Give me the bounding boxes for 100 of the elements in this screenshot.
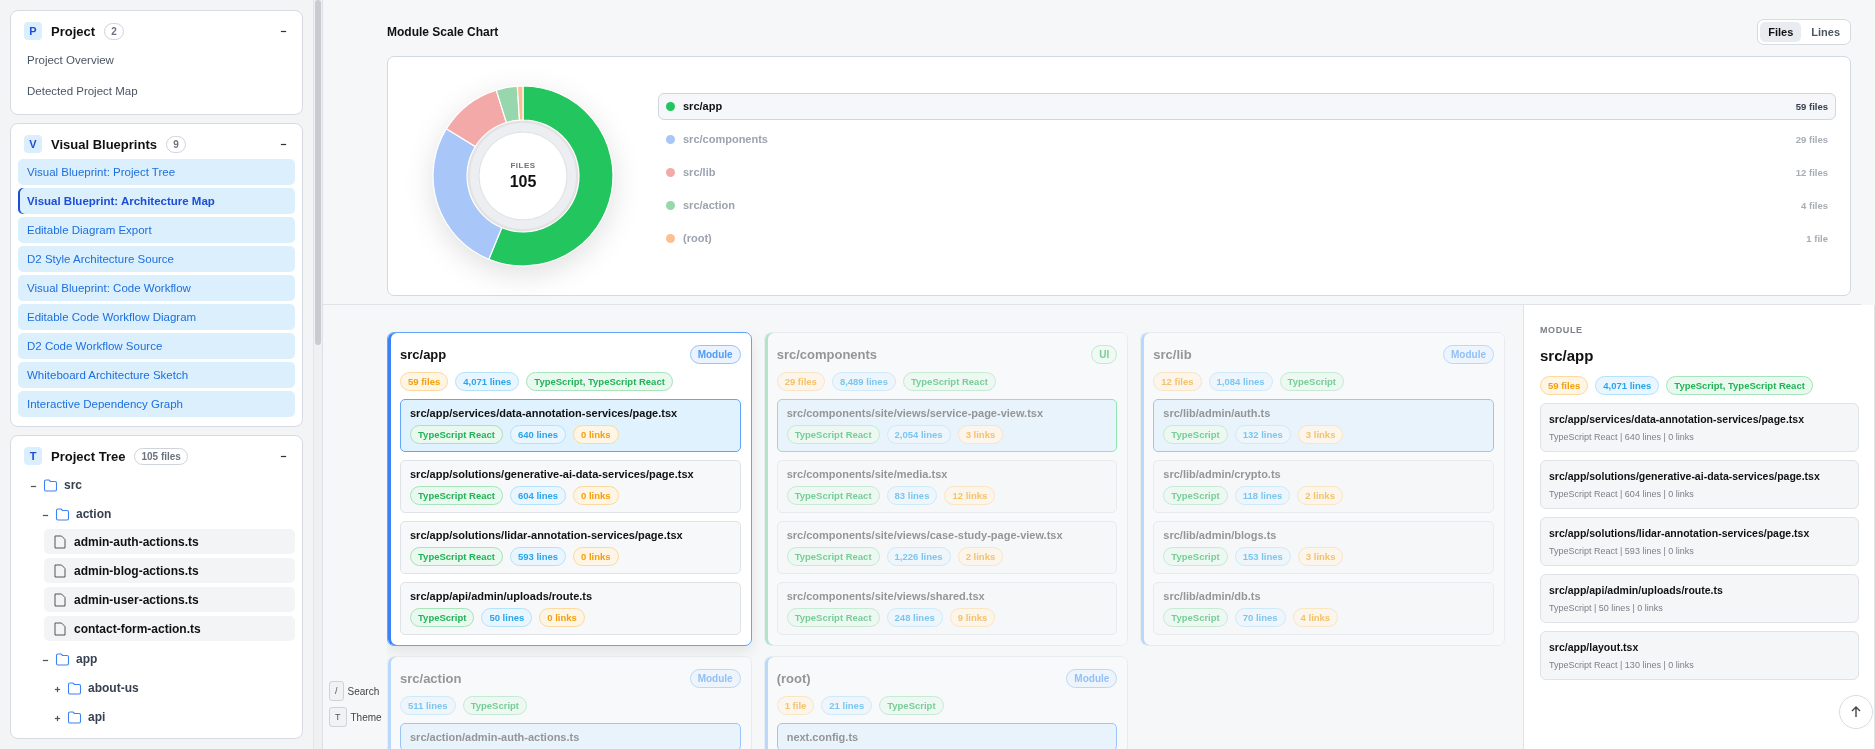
links-count-pill: 0 links: [573, 486, 619, 505]
file-entry[interactable]: src/app/services/data-annotation-services/page.tsx TypeScript React 640 lines 0 links: [400, 399, 741, 452]
section-title: Project Tree: [51, 448, 126, 464]
file-name: admin-user-actions.ts: [74, 592, 199, 607]
file-path: src/app/solutions/generative-ai-data-services/page.tsx: [1549, 470, 1821, 482]
plus-icon[interactable]: [54, 686, 61, 693]
sidebar-item[interactable]: Project Overview: [18, 46, 295, 74]
file-name: admin-blog-actions.ts: [74, 563, 199, 578]
chart-title: Module Scale Chart: [387, 25, 499, 39]
minus-icon[interactable]: [30, 483, 37, 490]
files-count-pill: 59 files: [1540, 376, 1589, 395]
language-pill: TypeScript: [1163, 608, 1228, 627]
file-path: src/app/layout.tsx: [1549, 641, 1640, 653]
links-count-pill: 2 links: [957, 547, 1004, 566]
legend-label: (root): [683, 232, 712, 244]
toggle-option[interactable]: Lines: [1803, 22, 1848, 42]
lines-count-pill: 83 lines: [886, 486, 938, 505]
folder-name[interactable]: about-us: [88, 681, 139, 695]
folder-icon: [43, 478, 58, 492]
detail-file-entry[interactable]: src/app/api/admin/uploads/route.ts TypeScript | 50 lines | 0 links: [1540, 574, 1859, 623]
folder-icon: [55, 507, 70, 521]
detail-file-entry[interactable]: src/app/solutions/generative-ai-data-services/page.tsx TypeScript React | 604 lines | 0 links: [1540, 460, 1859, 509]
language-pill: TypeScript: [879, 696, 944, 715]
file-meta: TypeScript React | 604 lines | 0 links: [1549, 489, 1695, 499]
folder-icon: [67, 710, 82, 724]
shortcut-label: Theme: [350, 711, 382, 723]
lines-count-pill: 4,071 lines: [455, 372, 520, 391]
language-pill: TypeScript React: [902, 372, 996, 391]
file-path: src/components/site/views/case-study-page-view.tsx: [786, 529, 1064, 541]
lines-count-pill: 118 lines: [1234, 486, 1291, 505]
file-meta: TypeScript React | 593 lines | 0 links: [1549, 546, 1695, 556]
sidebar-item[interactable]: D2 Style Architecture Source: [18, 246, 295, 272]
file-entry[interactable]: src/app/api/admin/uploads/route.ts TypeScript 50 lines 0 links: [400, 582, 741, 635]
sidebar-item[interactable]: Visual Blueprint: Code Workflow: [18, 275, 295, 301]
files-count-pill: 29 files: [776, 372, 825, 391]
sidebar-item[interactable]: Whiteboard Architecture Sketch: [18, 362, 295, 388]
language-pill: TypeScript: [1163, 547, 1228, 566]
file-icon: [54, 563, 66, 578]
shortcut-key: /: [329, 681, 344, 701]
file-path: next.config.ts: [786, 731, 860, 743]
module-card[interactable]: (root) Module 1 file 21 lines TypeScript next.config.ts: [763, 656, 1129, 749]
shortcut-key: T: [329, 707, 347, 727]
file-path: src/action/admin-auth-actions.ts: [410, 731, 581, 743]
file-icon: [54, 592, 66, 607]
file-path: src/lib/admin/crypto.ts: [1163, 468, 1282, 480]
tree-file-item[interactable]: admin-blog-actions.ts: [44, 558, 295, 583]
language-pill: TypeScript, TypeScript React: [1666, 376, 1813, 395]
section-title: Visual Blueprints: [51, 136, 157, 152]
lines-count-pill: 2,054 lines: [886, 425, 951, 444]
language-pill: TypeScript React: [786, 608, 880, 627]
module-card[interactable]: [387, 332, 752, 646]
module-tag: Module: [1443, 345, 1494, 364]
legend-count: 12 files: [1795, 166, 1828, 178]
folder-name[interactable]: api: [88, 710, 106, 724]
section-title: Project: [51, 23, 96, 39]
folder-name[interactable]: src: [64, 478, 83, 492]
tree-file-item[interactable]: admin-user-actions.ts: [44, 587, 295, 612]
links-count-pill: 12 links: [944, 486, 996, 505]
legend-label: src/app: [683, 100, 723, 112]
file-entry[interactable]: src/app/solutions/lidar-annotation-services/page.tsx TypeScript React 593 lines 0 links: [400, 521, 741, 574]
language-pill: TypeScript: [1163, 425, 1228, 444]
lines-count-pill: 248 lines: [886, 608, 943, 627]
tree-file-item[interactable]: contact-form-action.ts: [44, 616, 295, 641]
lines-count-pill: 21 lines: [821, 696, 873, 715]
sidebar-item[interactable]: Editable Diagram Export: [18, 217, 295, 243]
scrollbar[interactable]: [313, 0, 322, 749]
language-pill: TypeScript: [1279, 372, 1344, 391]
toggle-option[interactable]: Files: [1760, 22, 1802, 42]
module-tag: Module: [1066, 669, 1118, 688]
legend-item[interactable]: src/app 59 files: [658, 92, 1836, 120]
file-path: src/components/site/views/shared.tsx: [786, 590, 986, 602]
detail-file-entry[interactable]: src/app/layout.tsx TypeScript React | 130 lines | 0 links: [1540, 631, 1859, 680]
tree-file-item[interactable]: admin-auth-actions.ts: [44, 529, 295, 554]
language-pill: TypeScript: [462, 696, 527, 715]
file-path: src/app/services/data-annotation-services/page.tsx: [410, 407, 679, 419]
lines-count-pill: 511 lines: [400, 696, 456, 715]
sidebar-item[interactable]: Interactive Dependency Graph: [18, 391, 295, 417]
detail-file-entry[interactable]: src/app/services/data-annotation-services/page.tsx TypeScript React | 640 lines | 0 links: [1540, 403, 1859, 452]
folder-name[interactable]: app: [76, 652, 98, 666]
sidebar-item[interactable]: Editable Code Workflow Diagram: [18, 304, 295, 330]
sidebar-item[interactable]: Detected Project Map: [18, 77, 295, 105]
file-path: src/app/solutions/lidar-annotation-services/page.tsx: [1549, 527, 1811, 539]
lines-count-pill: 4,071 lines: [1595, 376, 1660, 395]
minus-icon[interactable]: [42, 512, 49, 519]
links-count-pill: 4 links: [1292, 608, 1339, 627]
sidebar-item[interactable]: Visual Blueprint: Project Tree: [18, 159, 295, 185]
lines-count-pill: 1,226 lines: [886, 547, 951, 566]
shortcut-label: Search: [347, 685, 380, 697]
minus-icon[interactable]: [42, 657, 49, 664]
language-pill: TypeScript React: [410, 547, 503, 566]
detail-file-entry[interactable]: src/app/solutions/lidar-annotation-services/page.tsx TypeScript React | 593 lines | 0 links: [1540, 517, 1859, 566]
lines-count-pill: 132 lines: [1234, 425, 1291, 444]
module-title: src/lib: [1153, 347, 1192, 362]
plus-icon[interactable]: [54, 715, 61, 722]
file-entry[interactable]: src/app/solutions/generative-ai-data-services/page.tsx TypeScript React 604 lines 0 links: [400, 460, 741, 513]
folder-name[interactable]: action: [76, 507, 112, 521]
sidebar-item[interactable]: D2 Code Workflow Source: [18, 333, 295, 359]
sidebar-item[interactable]: Visual Blueprint: Architecture Map: [18, 188, 295, 214]
detail-label: MODULE: [1540, 325, 1584, 335]
file-path: src/components/site/media.tsx: [786, 468, 949, 480]
